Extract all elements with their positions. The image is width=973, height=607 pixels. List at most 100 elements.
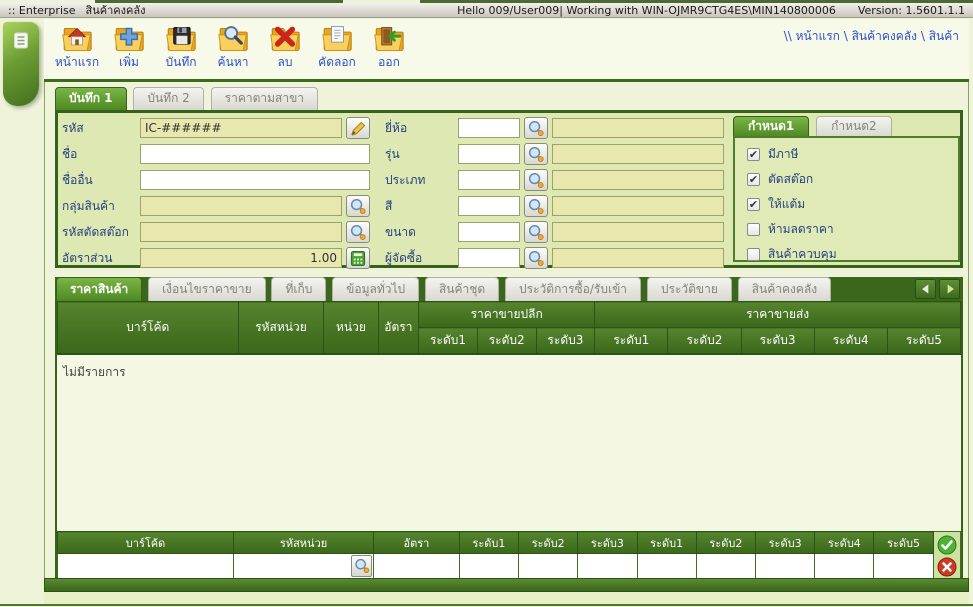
group-search-button[interactable] xyxy=(346,195,370,217)
editor-wholesale-level-1-input[interactable] xyxy=(638,555,696,579)
tab-record-2[interactable]: บันทึก 2 xyxy=(133,87,203,110)
toolbar: หน้าแรก เพิ่ม xyxy=(44,19,969,82)
purchaser-input[interactable] xyxy=(458,248,520,268)
delete-button[interactable]: ลบ xyxy=(260,22,310,69)
checkbox-mark xyxy=(747,223,760,236)
color-label: สี xyxy=(385,196,463,216)
editor-retail-level-3-input[interactable] xyxy=(578,555,636,579)
type-search-button[interactable] xyxy=(524,169,548,191)
editor-header-level-3: ระดับ3 xyxy=(578,532,637,554)
checkbox-cut-stock[interactable]: ✔ ตัดสต๊อก xyxy=(747,171,813,187)
tab-price-conditions[interactable]: เงื่อนไขราคาขาย xyxy=(148,277,266,301)
checkbox-controlled-product[interactable]: สินค้าควบคุม xyxy=(747,246,837,262)
breadcrumb[interactable]: \\ หน้าแรก \ สินค้าคงคลัง \ สินค้า xyxy=(784,27,959,46)
arrow-left-icon xyxy=(919,282,933,296)
column-header-barcode: บาร์โค้ด xyxy=(58,302,239,354)
editor-retail-level-2-input[interactable] xyxy=(519,555,577,579)
checkbox-no-discount[interactable]: ห้ามลดราคา xyxy=(747,221,834,237)
tab-price-by-branch[interactable]: ราคาตามสาขา xyxy=(211,87,318,110)
cancel-row-button[interactable] xyxy=(937,557,957,577)
alt-name-input[interactable] xyxy=(140,170,370,190)
editor-barcode-input[interactable] xyxy=(58,555,233,579)
search-button[interactable]: ค้นหา xyxy=(208,22,258,69)
editor-header-level-4: ระดับ1 xyxy=(637,532,696,554)
home-button[interactable]: หน้าแรก xyxy=(52,22,102,69)
editor-header-unit-code: รหัสหน่วย xyxy=(234,532,374,554)
tab-product-set[interactable]: สินค้าชุด xyxy=(425,277,499,301)
column-header-retail-level-2: ระดับ2 xyxy=(477,328,536,354)
checkbox-has-vat[interactable]: ✔ มีภาษี xyxy=(747,146,798,162)
color-search-button[interactable] xyxy=(524,195,548,217)
checkbox-mark xyxy=(747,248,760,261)
editor-wholesale-level-5-input[interactable] xyxy=(874,555,932,579)
window-footer xyxy=(44,592,969,604)
tab-settings-2[interactable]: กำหนด2 xyxy=(816,116,892,137)
ratio-input[interactable] xyxy=(140,248,342,268)
editor-unit-code-input[interactable] xyxy=(234,555,350,579)
brand-search-button[interactable] xyxy=(524,117,548,139)
tab-settings-1[interactable]: กำหนด1 xyxy=(733,116,809,137)
code-input[interactable] xyxy=(140,118,342,138)
user-session-text: Hello 009/User009| Working with WIN-OJMR… xyxy=(457,4,836,17)
copy-button[interactable]: คัดลอก xyxy=(312,22,362,69)
checkbox-label: ตัดสต๊อก xyxy=(768,170,813,189)
tab-scroll-right-button[interactable] xyxy=(939,279,960,299)
editor-retail-level-1-input[interactable] xyxy=(460,555,518,579)
side-bookmark-tab[interactable] xyxy=(3,22,39,106)
editor-wholesale-level-4-input[interactable] xyxy=(815,555,873,579)
size-input[interactable] xyxy=(458,222,520,242)
purchaser-search-button[interactable] xyxy=(524,247,548,269)
add-button[interactable]: เพิ่ม xyxy=(104,22,154,69)
tab-general-info[interactable]: ข้อมูลทั่วไป xyxy=(332,277,419,301)
stock-code-search-button[interactable] xyxy=(346,221,370,243)
magnifier-icon xyxy=(527,250,545,267)
checkbox-give-points[interactable]: ✔ ให้แต้ม xyxy=(747,196,805,212)
version-text: Version: 1.5601.1.1 xyxy=(858,4,965,17)
exit-button[interactable]: ออก xyxy=(364,22,414,69)
type-input[interactable] xyxy=(458,170,520,190)
editor-wholesale-level-3-input[interactable] xyxy=(756,555,814,579)
checkbox-label: ให้แต้ม xyxy=(768,195,805,214)
tab-scroll-left-button[interactable] xyxy=(915,279,936,299)
search-icon xyxy=(214,22,252,55)
column-header-unit: หน่วย xyxy=(324,302,378,354)
model-display-field xyxy=(552,144,724,164)
tab-record-1[interactable]: บันทึก 1 xyxy=(55,87,127,110)
editor-wholesale-level-2-input[interactable] xyxy=(697,555,755,579)
group-input[interactable] xyxy=(140,196,342,216)
color-input[interactable] xyxy=(458,196,520,216)
tab-inventory[interactable]: สินค้าคงคลัง xyxy=(738,277,831,301)
model-input[interactable] xyxy=(458,144,520,164)
editor-rate-input[interactable] xyxy=(374,555,459,579)
calculator-button[interactable] xyxy=(346,247,370,269)
save-button[interactable]: บันทึก xyxy=(156,22,206,69)
model-search-button[interactable] xyxy=(524,143,548,165)
color-display-field xyxy=(552,196,724,216)
tab-product-price[interactable]: ราคาสินค้า xyxy=(56,277,142,301)
model-label: รุ่น xyxy=(385,144,463,164)
pen-icon xyxy=(349,120,367,137)
confirm-row-button[interactable] xyxy=(937,535,957,555)
brand-input[interactable] xyxy=(458,118,520,138)
price-grid-header: บาร์โค้ด รหัสหน่วย หน่วย อัตรา ราคาขายปล… xyxy=(57,301,961,354)
size-label: ขนาด xyxy=(385,222,463,242)
name-input[interactable] xyxy=(140,144,370,164)
magnifier-icon xyxy=(349,198,367,215)
tab-storage[interactable]: ที่เก็บ xyxy=(271,277,326,301)
price-editor-row: บาร์โค้ด รหัสหน่วย อัตรา ระดับ1 ระดับ2 ร… xyxy=(57,531,961,580)
exit-icon xyxy=(370,22,408,55)
stock-code-input[interactable] xyxy=(140,222,342,242)
title-right: Hello 009/User009| Working with WIN-OJMR… xyxy=(435,4,965,17)
column-group-wholesale: ราคาขายส่ง xyxy=(595,302,961,328)
edit-code-button[interactable] xyxy=(346,117,370,139)
size-search-button[interactable] xyxy=(524,221,548,243)
tab-purchase-history[interactable]: ประวัติการซื้อ/รับเข้า xyxy=(505,277,641,301)
editor-unit-search-button[interactable] xyxy=(351,555,372,577)
calculator-icon xyxy=(349,250,367,267)
code-label: รหัส xyxy=(62,118,140,138)
settings-box: ✔ มีภาษี ✔ ตัดสต๊อก ✔ ให้แต้ม ห้ามลดราคา… xyxy=(733,136,960,262)
type-display-field xyxy=(552,170,724,190)
tab-sales-history[interactable]: ประวัติขาย xyxy=(647,277,732,301)
checkbox-mark: ✔ xyxy=(747,148,760,161)
home-icon xyxy=(58,22,96,55)
